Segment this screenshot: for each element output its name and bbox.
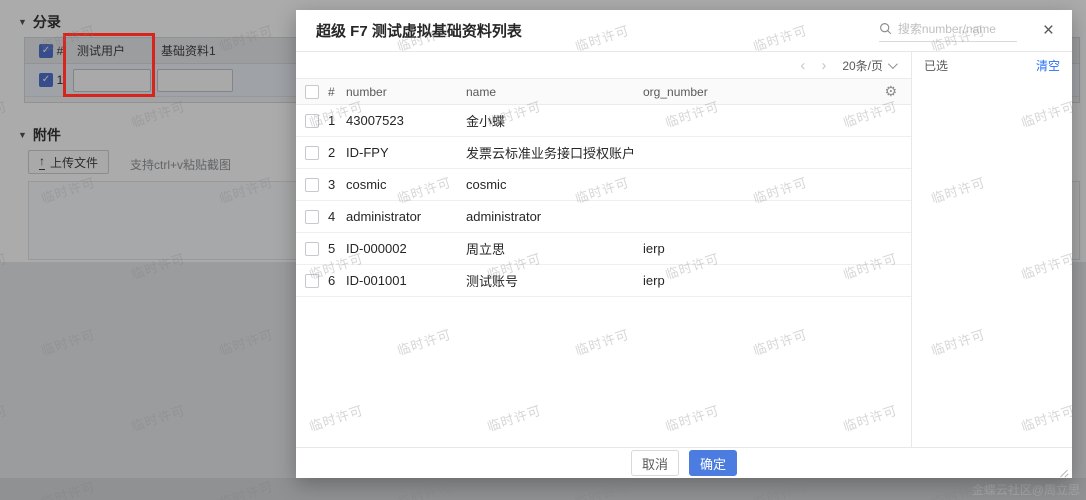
checkbox-icon[interactable] <box>305 114 319 128</box>
cell-index: 5 <box>328 241 346 256</box>
row-select-cell[interactable] <box>296 210 328 224</box>
modal-body: ‹ › 20条/页 # number name org_number ⚙ <box>296 52 1072 447</box>
cell-name: 周立思 <box>466 239 643 258</box>
table-row[interactable]: 143007523金小蝶 <box>296 105 911 137</box>
table-row[interactable]: 6ID-001001测试账号ierp <box>296 265 911 297</box>
col-header-number[interactable]: number <box>346 85 466 99</box>
checkbox-icon[interactable] <box>305 85 319 99</box>
clear-selection-link[interactable]: 清空 <box>1036 57 1060 74</box>
checkbox-icon[interactable] <box>305 242 319 256</box>
cell-number: administrator <box>346 209 466 224</box>
cell-name: 发票云标准业务接口授权账户 <box>466 143 643 162</box>
page-prev-button[interactable]: ‹ <box>800 58 805 73</box>
chevron-down-icon <box>888 59 898 69</box>
row-select-cell[interactable] <box>296 178 328 192</box>
cell-name: cosmic <box>466 177 643 192</box>
modal-list-area: ‹ › 20条/页 # number name org_number ⚙ <box>296 52 912 447</box>
cell-index: 1 <box>328 113 346 128</box>
cell-number: ID-000002 <box>346 241 466 256</box>
table-row[interactable]: 3cosmiccosmic <box>296 169 911 201</box>
annotation-highlight-box <box>63 33 155 97</box>
table-rows-container: 143007523金小蝶2ID-FPY发票云标准业务接口授权账户3cosmicc… <box>296 105 911 297</box>
cell-org-number: ierp <box>643 273 871 288</box>
table-header-row: # number name org_number ⚙ <box>296 78 911 105</box>
search-icon <box>879 22 892 35</box>
page-size-select[interactable]: 20条/页 <box>842 57 895 74</box>
checkbox-icon[interactable] <box>305 178 319 192</box>
page-next-button[interactable]: › <box>821 58 826 73</box>
row-select-cell[interactable] <box>296 274 328 288</box>
cancel-button[interactable]: 取消 <box>631 450 679 476</box>
row-select-cell[interactable] <box>296 114 328 128</box>
close-icon[interactable]: × <box>1043 21 1054 40</box>
cell-index: 2 <box>328 145 346 160</box>
f7-list-modal: 超级 F7 测试虚拟基础资料列表 搜索number/name × ‹ › 20条… <box>296 10 1072 478</box>
modal-title: 超级 F7 测试虚拟基础资料列表 <box>316 20 522 41</box>
screen: ▼ 分录 ✓ # 测试用户 基础资料1 ✓ 1 <box>0 0 1086 500</box>
checkbox-icon[interactable] <box>305 146 319 160</box>
column-settings-gear-icon[interactable]: ⚙ <box>871 83 911 100</box>
search-input[interactable]: 搜索number/name <box>879 20 1017 42</box>
list-toolbar: ‹ › 20条/页 <box>296 52 911 78</box>
table-row[interactable]: 4administratoradministrator <box>296 201 911 233</box>
cell-index: 4 <box>328 209 346 224</box>
col-header-name[interactable]: name <box>466 85 643 99</box>
table-row[interactable]: 5ID-000002周立思ierp <box>296 233 911 265</box>
checkbox-icon[interactable] <box>305 274 319 288</box>
cell-name: administrator <box>466 209 643 224</box>
ok-button[interactable]: 确定 <box>689 450 737 476</box>
modal-footer: 取消 确定 <box>296 447 1072 478</box>
cell-name: 金小蝶 <box>466 111 643 130</box>
cell-number: 43007523 <box>346 113 466 128</box>
cell-number: ID-001001 <box>346 273 466 288</box>
page-size-value: 20条/页 <box>842 57 883 74</box>
cell-index: 3 <box>328 177 346 192</box>
table-row[interactable]: 2ID-FPY发票云标准业务接口授权账户 <box>296 137 911 169</box>
cell-org-number: ierp <box>643 241 871 256</box>
cell-number: cosmic <box>346 177 466 192</box>
selected-panel: 已选 清空 <box>912 52 1072 447</box>
resize-grip-icon[interactable] <box>1059 466 1069 476</box>
col-header-org-number[interactable]: org_number <box>643 85 871 99</box>
search-placeholder: 搜索number/name <box>898 20 996 37</box>
cell-number: ID-FPY <box>346 145 466 160</box>
cell-name: 测试账号 <box>466 271 643 290</box>
col-header-index: # <box>328 85 346 99</box>
checkbox-icon[interactable] <box>305 210 319 224</box>
selected-panel-title: 已选 <box>924 57 948 74</box>
row-select-cell[interactable] <box>296 146 328 160</box>
select-all-cell[interactable] <box>296 85 328 99</box>
cell-index: 6 <box>328 273 346 288</box>
modal-header: 超级 F7 测试虚拟基础资料列表 搜索number/name × <box>296 10 1072 52</box>
selected-panel-header: 已选 清空 <box>912 52 1072 78</box>
row-select-cell[interactable] <box>296 242 328 256</box>
